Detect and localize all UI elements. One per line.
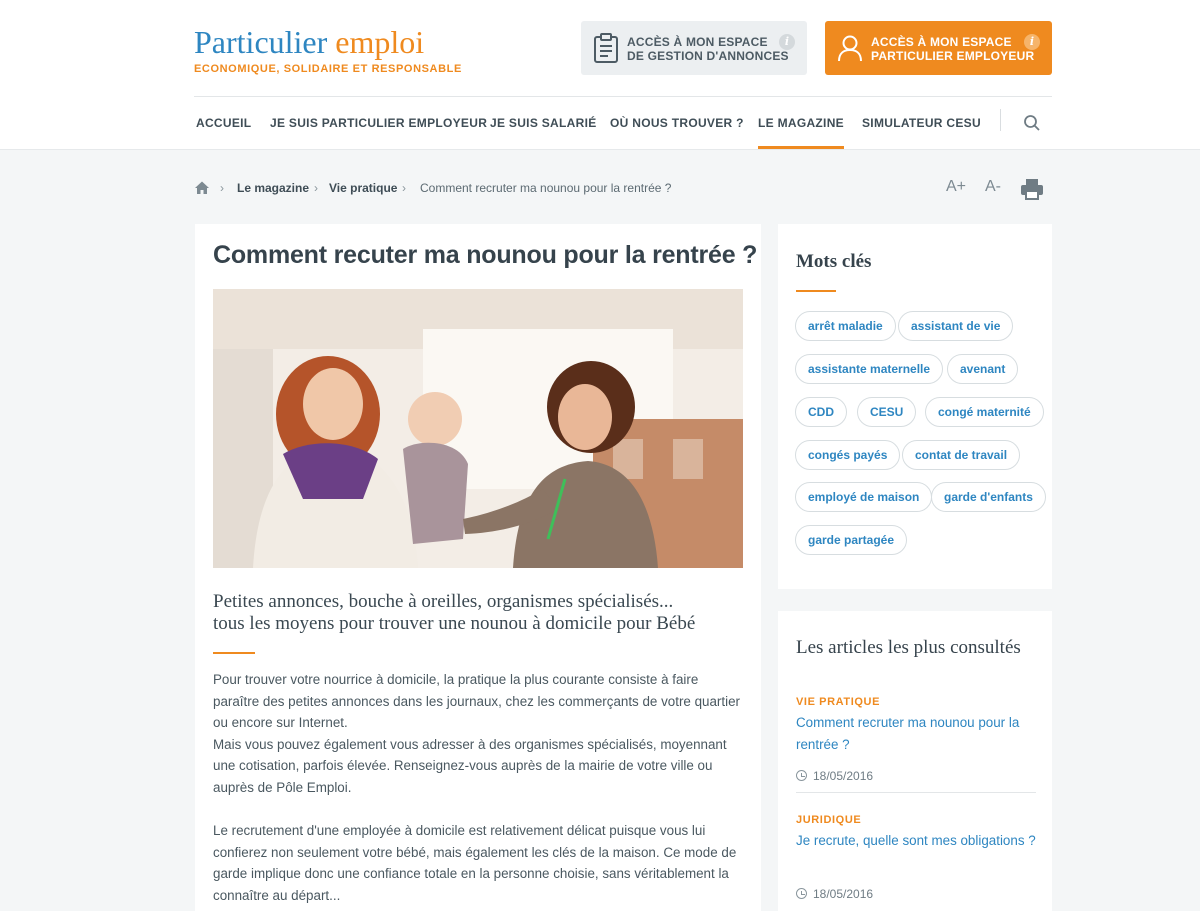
font-increase-button[interactable]: A+: [946, 178, 966, 196]
nav-item-accueil[interactable]: ACCUEIL: [196, 97, 251, 149]
info-icon[interactable]: i: [1024, 34, 1040, 50]
article-lead: Petites annonces, bouche à oreilles, org…: [213, 591, 743, 635]
popular-item-link[interactable]: Je recrute, quelle sont mes obligations …: [796, 830, 1036, 852]
keyword-tag[interactable]: garde d'enfants: [931, 482, 1046, 512]
nav-item-magazine[interactable]: LE MAGAZINE: [758, 97, 844, 149]
print-icon[interactable]: [1020, 178, 1044, 200]
nav-separator: [1000, 109, 1001, 131]
keywords-card: Mots clés arrêt maladie assistant de vie…: [778, 224, 1052, 589]
popular-item-date-text: 18/05/2016: [813, 769, 874, 783]
popular-item-date-text: 18/05/2016: [813, 887, 874, 901]
popular-title: Les articles les plus consultés: [796, 637, 1021, 658]
popular-item-date: 18/05/2016: [796, 769, 873, 783]
keyword-tag[interactable]: congés payés: [795, 440, 901, 470]
article-image: [213, 289, 743, 568]
keyword-tag[interactable]: CDD: [795, 397, 847, 427]
keyword-tag[interactable]: arrêt maladie: [795, 311, 896, 341]
article-paragraph: Le recrutement d'une employée à domicile…: [213, 823, 737, 903]
popular-item-category[interactable]: JURIDIQUE: [796, 814, 861, 826]
breadcrumb-magazine[interactable]: Le magazine: [237, 181, 309, 195]
breadcrumb-vie-pratique[interactable]: Vie pratique: [329, 181, 397, 195]
logo-word-2: emploi: [335, 24, 425, 60]
annonces-button-line-2: DE GESTION D'ANNONCES: [627, 49, 789, 63]
employer-space-button[interactable]: ACCÈS À MON ESPACE PARTICULIER EMPLOYEUR…: [825, 21, 1052, 75]
popular-divider: [796, 792, 1036, 793]
employer-button-line-1: ACCÈS À MON ESPACE: [871, 35, 1012, 49]
employer-button-label: ACCÈS À MON ESPACE PARTICULIER EMPLOYEUR: [871, 35, 1034, 63]
nav-item-salarie[interactable]: JE SUIS SALARIÉ: [490, 97, 597, 149]
clipboard-icon: [594, 33, 618, 63]
keyword-tag[interactable]: assistant de vie: [898, 311, 1014, 341]
chevron-right-icon: ›: [220, 181, 224, 195]
article-body: Pour trouver votre nourrice à domicile, …: [213, 669, 748, 907]
article-lead-line-1: Petites annonces, bouche à oreilles, org…: [213, 591, 674, 612]
lead-underline: [213, 652, 255, 654]
popular-item-category[interactable]: VIE PRATIQUE: [796, 696, 880, 708]
photo-illustration: [213, 289, 743, 568]
article: Comment recuter ma nounou pour la rentré…: [195, 224, 761, 911]
popular-articles-card: Les articles les plus consultés VIE PRAT…: [778, 611, 1052, 911]
main-nav: ACCUEIL JE SUIS PARTICULIER EMPLOYEUR JE…: [194, 97, 1052, 149]
keyword-tag[interactable]: contat de travail: [902, 440, 1021, 470]
keyword-tag[interactable]: assistante maternelle: [795, 354, 944, 384]
clock-icon: [796, 888, 807, 899]
site-logo[interactable]: Particulier emploi ECONOMIQUE, SOLIDAIRE…: [194, 22, 462, 75]
nav-item-nous-trouver[interactable]: OÙ NOUS TROUVER ?: [610, 97, 744, 149]
article-title: Comment recuter ma nounou pour la rentré…: [213, 241, 758, 269]
site-header: Particulier emploi ECONOMIQUE, SOLIDAIRE…: [0, 0, 1200, 150]
keyword-tag[interactable]: employé de maison: [795, 482, 933, 512]
keyword-tag[interactable]: CESU: [857, 397, 917, 427]
breadcrumb-current: Comment recruter ma nounou pour la rentr…: [420, 181, 672, 195]
info-icon[interactable]: i: [779, 34, 795, 50]
logo-title: Particulier emploi: [194, 22, 462, 62]
search-icon[interactable]: [1023, 114, 1041, 132]
keywords-underline: [796, 290, 836, 292]
popular-item-link[interactable]: Comment recruter ma nounou pour la rentr…: [796, 712, 1036, 755]
annonces-space-button[interactable]: ACCÈS À MON ESPACE DE GESTION D'ANNONCES…: [581, 21, 807, 75]
article-lead-line-2: tous les moyens pour trouver une nounou …: [213, 613, 696, 634]
chevron-right-icon: ›: [402, 181, 406, 195]
popular-item-date: 18/05/2016: [796, 887, 873, 901]
chevron-right-icon: ›: [314, 181, 318, 195]
home-icon[interactable]: [194, 180, 210, 196]
keywords-title: Mots clés: [796, 251, 872, 272]
article-paragraph: Pour trouver votre nourrice à domicile, …: [213, 672, 740, 731]
font-decrease-button[interactable]: A-: [985, 178, 1001, 196]
employer-button-line-2: PARTICULIER EMPLOYEUR: [871, 49, 1035, 63]
logo-word-1: Particulier: [194, 24, 328, 60]
keyword-tag[interactable]: garde partagée: [795, 525, 908, 555]
keyword-tag[interactable]: avenant: [947, 354, 1019, 384]
keyword-tag[interactable]: congé maternité: [925, 397, 1044, 427]
logo-tagline: ECONOMIQUE, SOLIDAIRE ET RESPONSABLE: [194, 63, 462, 75]
annonces-button-label: ACCÈS À MON ESPACE DE GESTION D'ANNONCES: [627, 35, 789, 63]
nav-item-simulateur-cesu[interactable]: SIMULATEUR CESU: [862, 97, 981, 149]
annonces-button-line-1: ACCÈS À MON ESPACE: [627, 35, 768, 49]
nav-item-particulier-employeur[interactable]: JE SUIS PARTICULIER EMPLOYEUR: [270, 97, 487, 149]
user-icon: [838, 35, 862, 62]
clock-icon: [796, 770, 807, 781]
article-paragraph: Mais vous pouvez également vous adresser…: [213, 736, 727, 795]
